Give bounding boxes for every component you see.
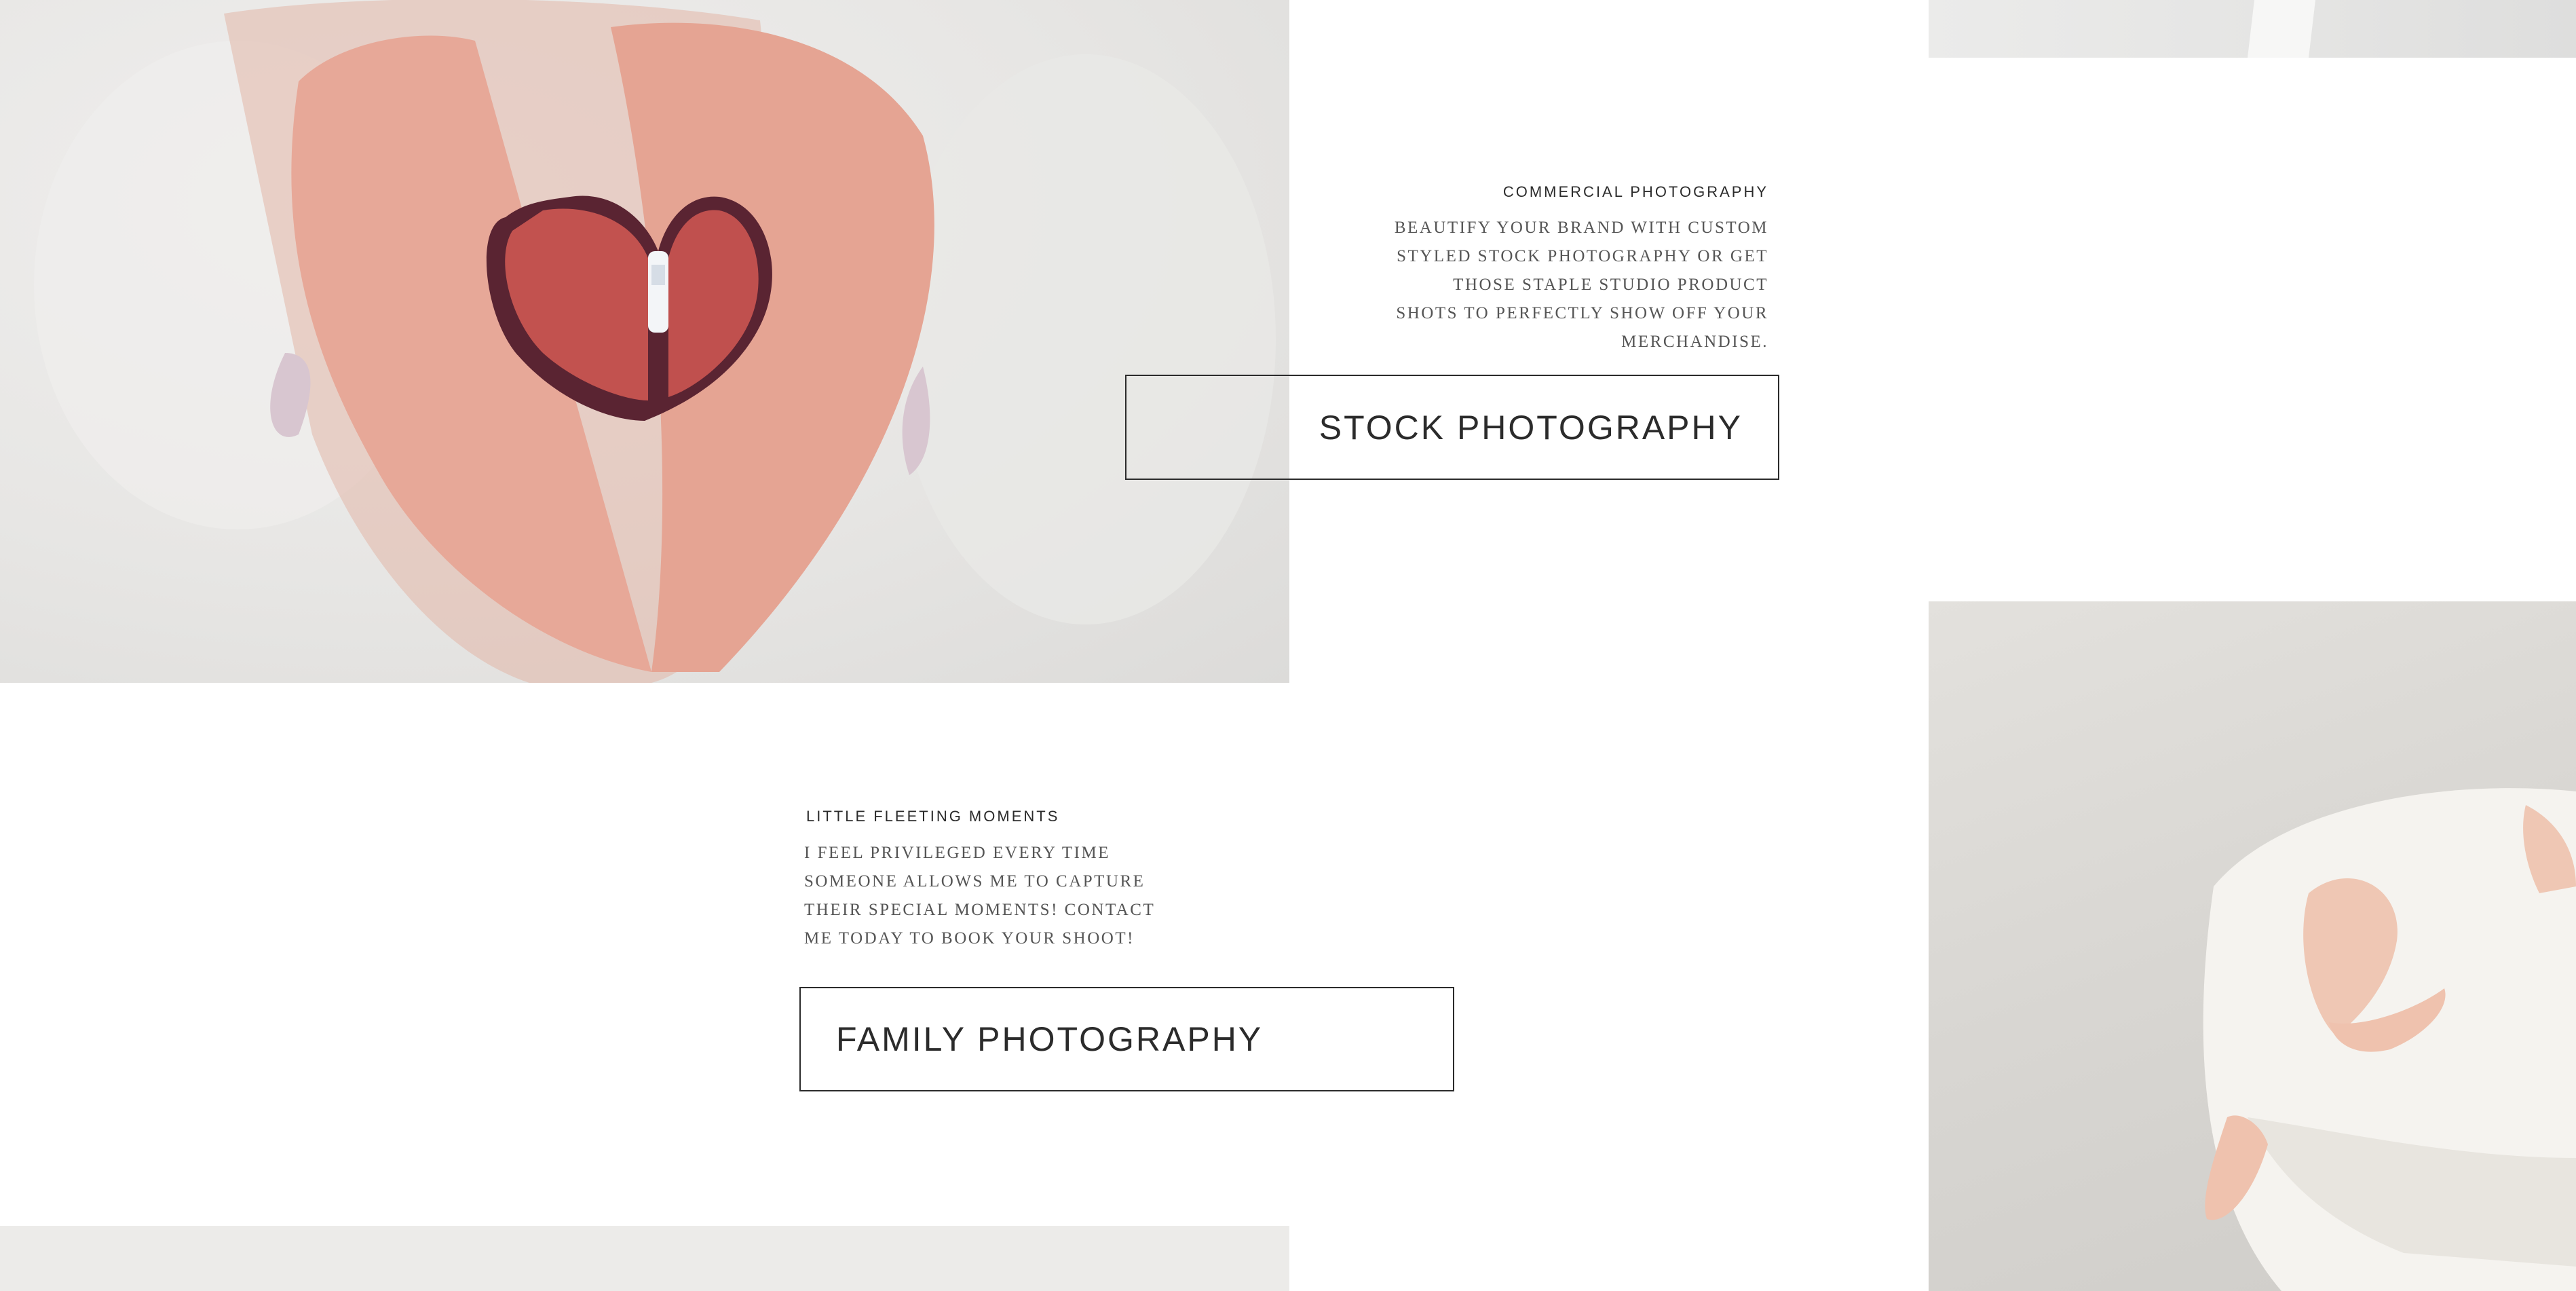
stock-photography-button-label: STOCK PHOTOGRAPHY <box>1319 408 1743 447</box>
stock-blurb-line: MERCHANDISE. <box>1621 333 1768 351</box>
bottom-left-photo <box>0 1226 1289 1291</box>
stock-photography-button[interactable]: STOCK PHOTOGRAPHY <box>1125 375 1779 480</box>
family-blurb-line: ME TODAY TO BOOK YOUR SHOOT! <box>804 929 1135 948</box>
family-photography-button[interactable]: FAMILY PHOTOGRAPHY <box>799 987 1454 1091</box>
family-blurb-line: I FEEL PRIVILEGED EVERY TIME <box>804 844 1110 862</box>
stock-blurb-line: SHOTS TO PERFECTLY SHOW OFF YOUR <box>1396 304 1768 322</box>
family-photography-description: I FEEL PRIVILEGED EVERY TIME SOMEONE ALL… <box>804 839 1184 953</box>
stock-blurb-line: THOSE STAPLE STUDIO PRODUCT <box>1453 276 1768 294</box>
stock-photography-description: BEAUTIFY YOUR BRAND WITH CUSTOM STYLED S… <box>1334 214 1768 356</box>
fig-heart-illustration <box>34 0 1276 683</box>
commercial-photography-eyebrow: COMMERCIAL PHOTOGRAPHY <box>1502 183 1768 200</box>
newborn-illustration <box>2203 788 2576 1291</box>
stock-blurb-line: BEAUTIFY YOUR BRAND WITH CUSTOM <box>1394 219 1768 237</box>
newborn-photo <box>1929 601 2576 1291</box>
top-right-illustration <box>2248 0 2315 58</box>
little-fleeting-moments-eyebrow: LITTLE FLEETING MOMENTS <box>806 808 1060 825</box>
family-blurb-line: SOMEONE ALLOWS ME TO CAPTURE <box>804 872 1145 891</box>
stock-blurb-line: STYLED STOCK PHOTOGRAPHY OR GET <box>1397 247 1768 265</box>
family-photography-button-label: FAMILY PHOTOGRAPHY <box>836 1020 1264 1058</box>
top-right-photo <box>1929 0 2576 58</box>
family-blurb-line: THEIR SPECIAL MOMENTS! CONTACT <box>804 901 1156 919</box>
fig-heart-photo <box>0 0 1289 683</box>
